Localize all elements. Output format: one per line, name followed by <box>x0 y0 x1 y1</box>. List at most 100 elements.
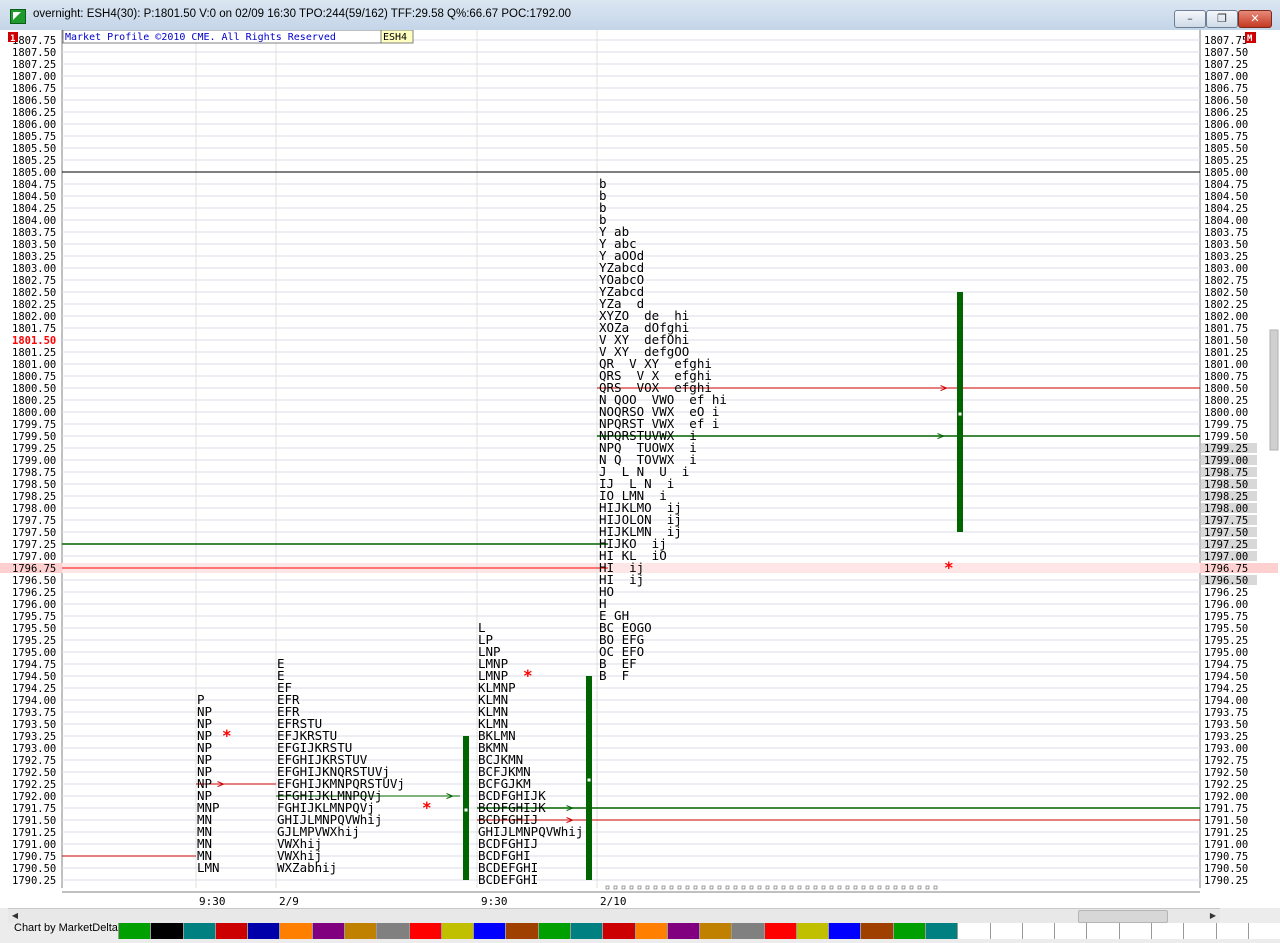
color-swatch[interactable] <box>828 923 861 939</box>
chart-canvas[interactable]: 1807.75 1807.751807.50 1807.501807.25 1807.… <box>0 30 1280 908</box>
time-bracket-dot <box>757 885 762 890</box>
color-swatch[interactable] <box>957 923 990 939</box>
restore-button[interactable]: ❐ <box>1206 10 1238 28</box>
right-price-label: 1793.00 <box>1204 743 1248 755</box>
scroll-right-arrow-icon[interactable]: ▶ <box>1206 909 1220 923</box>
color-swatch[interactable] <box>311 923 344 939</box>
color-swatch[interactable] <box>214 923 248 939</box>
color-swatch[interactable] <box>247 923 280 939</box>
left-price-label: 1797.75 <box>12 515 56 527</box>
color-swatch[interactable] <box>150 923 183 939</box>
color-swatch[interactable] <box>666 923 700 939</box>
color-swatch[interactable] <box>343 923 377 939</box>
left-price-label: 1797.00 <box>12 551 56 563</box>
time-bracket-dot <box>821 885 826 890</box>
color-swatch[interactable] <box>795 923 829 939</box>
color-swatch[interactable] <box>989 923 1022 939</box>
color-swatch[interactable] <box>763 923 796 939</box>
color-swatch[interactable] <box>699 923 732 939</box>
time-bracket-dot <box>741 885 746 890</box>
color-swatch[interactable] <box>1021 923 1055 939</box>
color-swatch[interactable] <box>1118 923 1151 939</box>
right-price-label: 1792.75 <box>1204 755 1248 767</box>
color-swatch[interactable] <box>892 923 926 939</box>
time-bracket-dot <box>829 885 834 890</box>
right-price-label: 1791.25 <box>1204 827 1248 839</box>
color-swatch[interactable] <box>182 923 215 939</box>
color-swatch[interactable] <box>537 923 570 939</box>
left-price-label: 1795.00 <box>12 647 56 659</box>
value-area-bar-marker <box>957 411 963 417</box>
right-price-label: 1796.00 <box>1204 599 1248 611</box>
right-price-label: 1795.00 <box>1204 647 1248 659</box>
time-bracket-dot <box>877 885 882 890</box>
color-swatch[interactable] <box>505 923 538 939</box>
time-bracket-dot <box>917 885 922 890</box>
left-price-label: 1800.00 <box>12 407 56 419</box>
color-swatch[interactable] <box>1247 923 1280 939</box>
market-profile-chart[interactable]: 1807.75 1807.75 1807.50 1807.50 1807.25 1807.… <box>0 30 1280 908</box>
right-price-label: 1794.25 <box>1204 683 1248 695</box>
right-price-label: 1806.00 <box>1204 119 1248 131</box>
left-price-label: 1805.25 <box>12 155 56 167</box>
horizontal-scrollbar[interactable]: ◀ ▶ <box>8 908 1220 923</box>
symbol-tag: ESH4 <box>383 32 407 43</box>
right-price-label: 1790.50 <box>1204 863 1248 875</box>
right-price-label: 1799.50 <box>1204 431 1248 443</box>
right-price-label: 1802.75 <box>1204 275 1248 287</box>
marketdelta-app-icon <box>10 9 26 24</box>
color-palette[interactable] <box>118 923 1280 943</box>
right-price-label: 1806.50 <box>1204 95 1248 107</box>
left-price-label: 1791.75 <box>12 803 56 815</box>
time-bracket-dot <box>685 885 690 890</box>
right-price-label: 1794.50 <box>1204 671 1248 683</box>
vertical-scroll-thumb[interactable] <box>1269 329 1279 451</box>
color-swatch[interactable] <box>925 923 958 939</box>
color-swatch[interactable] <box>279 923 312 939</box>
right-price-label: 1806.75 <box>1204 83 1248 95</box>
left-price-label: 1804.75 <box>12 179 56 191</box>
right-price-label: 1796.75 <box>1204 563 1248 575</box>
color-swatch[interactable] <box>860 923 893 939</box>
right-price-label: 1798.50 <box>1204 479 1248 491</box>
close-button[interactable]: ✕ <box>1238 10 1272 28</box>
color-swatch[interactable] <box>634 923 667 939</box>
minimize-button[interactable]: – <box>1174 10 1206 28</box>
color-swatch[interactable] <box>118 923 151 939</box>
tpo-row: WXZabhij <box>277 860 337 875</box>
right-price-label: 1801.50 <box>1204 335 1248 347</box>
color-swatch[interactable] <box>1086 923 1119 939</box>
scroll-thumb[interactable] <box>1078 910 1168 923</box>
right-price-label: 1802.50 <box>1204 287 1248 299</box>
color-swatch[interactable] <box>408 923 441 939</box>
color-swatch[interactable] <box>1151 923 1184 939</box>
color-swatch[interactable] <box>1215 923 1248 939</box>
color-swatch[interactable] <box>376 923 409 939</box>
right-price-label: 1790.75 <box>1204 851 1248 863</box>
color-swatch[interactable] <box>440 923 474 939</box>
scroll-left-arrow-icon[interactable]: ◀ <box>8 909 22 923</box>
right-price-label: 1798.25 <box>1204 491 1248 503</box>
left-price-label: 1796.75 <box>12 563 56 575</box>
color-swatch[interactable] <box>1183 923 1216 939</box>
right-price-label: 1805.75 <box>1204 131 1248 143</box>
color-swatch[interactable] <box>1054 923 1087 939</box>
color-swatch[interactable] <box>569 923 603 939</box>
left-price-label: 1805.75 <box>12 131 56 143</box>
left-price-label: 1793.50 <box>12 719 56 731</box>
right-price-label: 1807.50 <box>1204 47 1248 59</box>
left-price-label: 1801.00 <box>12 359 56 371</box>
tpo-row: BCDEFGHI <box>478 872 538 887</box>
color-swatch[interactable] <box>731 923 764 939</box>
color-swatch[interactable] <box>473 923 506 939</box>
red-star-marker: * <box>944 558 954 577</box>
time-bracket-dot <box>781 885 786 890</box>
time-bracket-dot <box>669 885 674 890</box>
color-swatch[interactable] <box>602 923 635 939</box>
left-price-label: 1792.00 <box>12 791 56 803</box>
tpo-row: LMN <box>197 860 220 875</box>
left-price-label: 1807.00 <box>12 71 56 83</box>
right-price-label: 1793.50 <box>1204 719 1248 731</box>
right-price-label: 1797.50 <box>1204 527 1248 539</box>
time-bracket-dot <box>853 885 858 890</box>
